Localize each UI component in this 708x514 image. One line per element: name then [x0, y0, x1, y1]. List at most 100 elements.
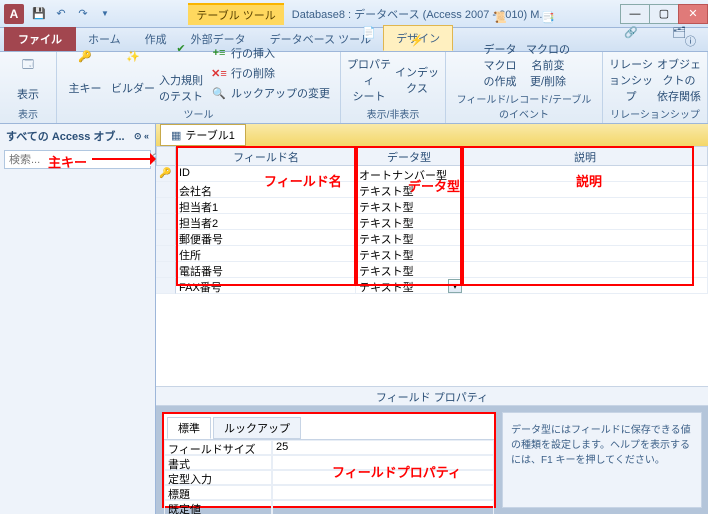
- field-name-cell[interactable]: 郵便番号: [176, 230, 356, 246]
- modify-lookup-button[interactable]: 🔍ルックアップの変更: [207, 84, 334, 102]
- data-type-cell[interactable]: テキスト型: [356, 198, 462, 214]
- col-header-fieldname[interactable]: フィールド名: [176, 146, 356, 166]
- macro-icon: 📜: [486, 11, 514, 39]
- row-selector[interactable]: [156, 198, 176, 214]
- description-cell[interactable]: [462, 166, 708, 182]
- field-name-cell[interactable]: ID: [176, 166, 356, 182]
- table-row[interactable]: 電話番号テキスト型: [156, 262, 708, 278]
- anno-arrow-icon: [92, 158, 152, 160]
- table-row[interactable]: 郵便番号テキスト型: [156, 230, 708, 246]
- table-row[interactable]: 会社名テキスト型: [156, 182, 708, 198]
- row-selector[interactable]: [156, 262, 176, 278]
- row-selector[interactable]: [156, 278, 176, 294]
- property-row[interactable]: フィールドサイズ25: [164, 440, 494, 455]
- description-cell[interactable]: [462, 262, 708, 278]
- key-icon: 🔑: [71, 50, 99, 78]
- col-header-description[interactable]: 説明: [462, 146, 708, 166]
- field-name-cell[interactable]: 会社名: [176, 182, 356, 198]
- chevron-down-icon[interactable]: ⊙ «: [134, 131, 149, 142]
- qat-save-icon[interactable]: 💾: [28, 3, 50, 25]
- row-selector[interactable]: 🔑: [156, 166, 176, 182]
- data-type-cell[interactable]: テキスト型: [356, 262, 462, 278]
- maximize-button[interactable]: ▢: [649, 4, 679, 24]
- object-dependencies-button[interactable]: 🗂オブジェクトの 依存関係: [657, 26, 701, 104]
- delete-rows-button[interactable]: ✕≡行の削除: [207, 64, 334, 82]
- group-label-show: 表示/非表示: [367, 106, 420, 121]
- field-name-cell[interactable]: 電話番号: [176, 262, 356, 278]
- description-cell[interactable]: [462, 182, 708, 198]
- data-type-cell[interactable]: テキスト型: [356, 182, 462, 198]
- close-button[interactable]: ✕: [678, 4, 708, 24]
- app-icon: A: [4, 4, 24, 24]
- field-properties-help: データ型にはフィールドに保存できる値の種類を設定します。ヘルプを表示するには、F…: [502, 412, 702, 508]
- property-row[interactable]: 定型入力: [164, 470, 494, 485]
- property-name: 定型入力: [164, 470, 272, 485]
- field-name-cell[interactable]: FAX番号: [176, 278, 356, 294]
- insert-row-icon: +≡: [211, 45, 227, 61]
- view-button[interactable]: 🗔表示: [6, 56, 50, 102]
- field-name-cell[interactable]: 住所: [176, 246, 356, 262]
- property-value[interactable]: [272, 470, 494, 485]
- description-cell[interactable]: [462, 246, 708, 262]
- property-value[interactable]: 25: [272, 440, 494, 455]
- description-cell[interactable]: [462, 214, 708, 230]
- row-selector[interactable]: [156, 246, 176, 262]
- qat-redo-icon[interactable]: ↷: [72, 3, 94, 25]
- minimize-button[interactable]: —: [620, 4, 650, 24]
- qat-undo-icon[interactable]: ↶: [50, 3, 72, 25]
- wand-icon: ✨: [119, 50, 147, 78]
- field-properties-panel: 標準 ルックアップ フィールドサイズ25書式定型入力標題既定値入力規則エラーメッ…: [162, 412, 496, 508]
- builder-button[interactable]: ✨ビルダー: [111, 50, 155, 96]
- description-cell[interactable]: [462, 278, 708, 294]
- table-row[interactable]: FAX番号テキスト型: [156, 278, 708, 294]
- property-value[interactable]: [272, 455, 494, 470]
- table-row[interactable]: 🔑IDオートナンバー型: [156, 166, 708, 182]
- description-cell[interactable]: [462, 198, 708, 214]
- fp-tab-lookup[interactable]: ルックアップ: [213, 417, 301, 439]
- data-type-cell[interactable]: テキスト型: [356, 230, 462, 246]
- property-value[interactable]: [272, 500, 494, 514]
- fp-tab-general[interactable]: 標準: [167, 417, 211, 439]
- col-header-datatype[interactable]: データ型: [356, 146, 462, 166]
- property-row[interactable]: 既定値: [164, 500, 494, 514]
- relationship-icon: 🔗: [617, 26, 645, 54]
- indexes-button[interactable]: ⚡インデックス: [395, 34, 439, 96]
- description-cell[interactable]: [462, 230, 708, 246]
- validation-test-button[interactable]: ✔入力規則 のテスト: [159, 42, 203, 104]
- insert-rows-button[interactable]: +≡行の挿入: [207, 44, 334, 62]
- delete-row-icon: ✕≡: [211, 65, 227, 81]
- primary-key-button[interactable]: 🔑主キー: [63, 50, 107, 96]
- data-macro-button[interactable]: 📜データ マクロ の作成: [478, 11, 522, 89]
- data-type-cell[interactable]: テキスト型: [356, 246, 462, 262]
- table-row[interactable]: 住所テキスト型: [156, 246, 708, 262]
- tab-table1[interactable]: ▦ テーブル1: [160, 124, 246, 146]
- field-properties-title: フィールド プロパティ: [156, 386, 708, 406]
- row-selector[interactable]: [156, 214, 176, 230]
- table-row[interactable]: 担当者2テキスト型: [156, 214, 708, 230]
- field-name-cell[interactable]: 担当者1: [176, 198, 356, 214]
- data-type-cell[interactable]: オートナンバー型: [356, 166, 462, 182]
- contextual-tab-label: テーブル ツール: [188, 3, 283, 25]
- data-type-cell[interactable]: テキスト型: [356, 278, 462, 294]
- field-name-cell[interactable]: 担当者2: [176, 214, 356, 230]
- row-selector[interactable]: [156, 182, 176, 198]
- table-row[interactable]: 担当者1テキスト型: [156, 198, 708, 214]
- ribbon: 🗔表示 表示 🔑主キー ✨ビルダー ✔入力規則 のテスト +≡行の挿入 ✕≡行の…: [0, 52, 708, 124]
- design-grid: フィールド名 データ型 説明 🔑IDオートナンバー型会社名テキスト型担当者1テキ…: [156, 146, 708, 386]
- property-row[interactable]: 書式: [164, 455, 494, 470]
- property-value[interactable]: [272, 485, 494, 500]
- property-row[interactable]: 標題: [164, 485, 494, 500]
- property-name: フィールドサイズ: [164, 440, 272, 455]
- relationships-button[interactable]: 🔗リレーションシップ: [609, 26, 653, 104]
- nav-header[interactable]: すべての Access オブ... ⊙ «: [0, 124, 155, 148]
- property-sheet-button[interactable]: 📄プロパティ シート: [347, 26, 391, 104]
- property-name: 標題: [164, 485, 272, 500]
- qat-dropdown-icon[interactable]: ▼: [94, 3, 116, 25]
- rename-macro-button[interactable]: 📑マクロの 名前変更/削除: [526, 11, 570, 89]
- document-tabs: ▦ テーブル1: [156, 124, 708, 146]
- check-icon: ✔: [167, 42, 195, 70]
- data-type-cell[interactable]: テキスト型: [356, 214, 462, 230]
- group-label-tools: ツール: [184, 106, 214, 121]
- row-selector[interactable]: [156, 230, 176, 246]
- datatype-dropdown-button[interactable]: ▾: [448, 279, 462, 293]
